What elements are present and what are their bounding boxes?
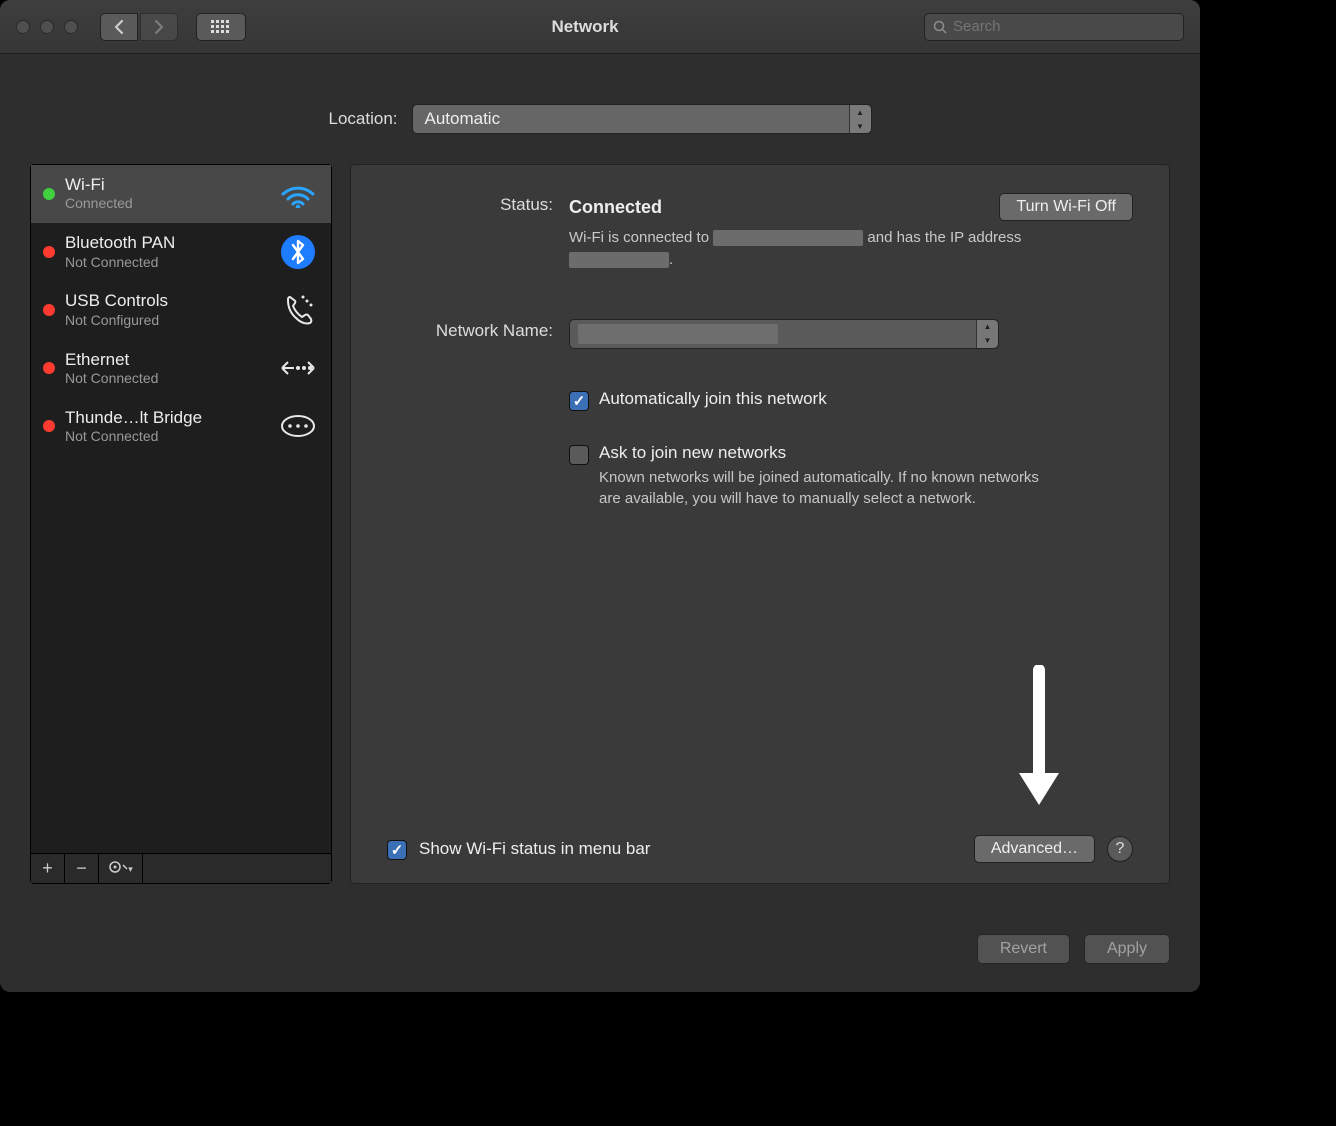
status-description: Wi-Fi is connected to and has the IP add… <box>569 227 1029 271</box>
sidebar-item-thunderbolt-bridge[interactable]: Thunde…lt Bridge Not Connected <box>31 398 331 456</box>
service-name: Ethernet <box>65 350 267 370</box>
status-label: Status: <box>387 193 553 215</box>
service-status: Not Configured <box>65 312 267 329</box>
window-footer: Revert Apply <box>0 914 1200 992</box>
location-row: Location: Automatic ▲▼ <box>30 104 1170 134</box>
grid-icon <box>211 20 231 34</box>
wifi-toggle-button[interactable]: Turn Wi-Fi Off <box>999 193 1133 221</box>
stepper-icon: ▲▼ <box>849 105 871 133</box>
forward-button[interactable] <box>140 13 178 41</box>
search-icon <box>933 20 947 34</box>
detail-bottom-row: Show Wi-Fi status in menu bar Advanced… … <box>387 835 1133 863</box>
detail-pane: Status: Connected Turn Wi-Fi Off Wi-Fi i… <box>350 164 1170 884</box>
auto-join-checkbox[interactable] <box>569 391 589 411</box>
advanced-button[interactable]: Advanced… <box>974 835 1095 863</box>
search-input[interactable] <box>953 18 1175 35</box>
service-name: USB Controls <box>65 291 267 311</box>
service-status: Connected <box>65 195 267 212</box>
ethernet-icon <box>277 413 319 439</box>
services-sidebar: Wi-Fi Connected Bluetooth PAN Not Connec… <box>30 164 332 884</box>
status-dot <box>43 420 55 432</box>
sidebar-item-usb-controls[interactable]: USB Controls Not Configured <box>31 281 331 339</box>
location-value: Automatic <box>425 109 501 129</box>
sidebar-item-ethernet[interactable]: Ethernet Not Connected <box>31 340 331 398</box>
chevron-left-icon <box>114 20 124 34</box>
gear-icon <box>108 860 128 874</box>
show-status-label: Show Wi-Fi status in menu bar <box>419 839 962 859</box>
service-name: Wi-Fi <box>65 175 267 195</box>
help-button[interactable]: ? <box>1107 836 1133 862</box>
redacted-network-name <box>578 324 778 344</box>
location-select[interactable]: Automatic ▲▼ <box>412 104 872 134</box>
service-status: Not Connected <box>65 254 267 271</box>
phone-icon <box>277 293 319 327</box>
stepper-icon: ▲▼ <box>976 320 998 348</box>
redacted-ip <box>569 252 669 268</box>
back-button[interactable] <box>100 13 138 41</box>
minimize-light[interactable] <box>40 20 54 34</box>
add-service-button[interactable]: + <box>31 854 65 883</box>
ethernet-icon <box>277 355 319 381</box>
sidebar-item-bluetooth-pan[interactable]: Bluetooth PAN Not Connected <box>31 223 331 281</box>
services-list: Wi-Fi Connected Bluetooth PAN Not Connec… <box>31 165 331 853</box>
status-value: Connected <box>569 197 662 218</box>
bluetooth-icon <box>277 234 319 270</box>
titlebar: Network <box>0 0 1200 54</box>
location-label: Location: <box>329 109 398 129</box>
remove-service-button[interactable]: − <box>65 854 99 883</box>
status-dot <box>43 188 55 200</box>
nav-buttons <box>100 13 178 41</box>
close-light[interactable] <box>16 20 30 34</box>
service-name: Thunde…lt Bridge <box>65 408 267 428</box>
content: Location: Automatic ▲▼ Wi-Fi Connected <box>0 54 1200 914</box>
window-title: Network <box>256 17 914 37</box>
sidebar-item-wifi[interactable]: Wi-Fi Connected <box>31 165 331 223</box>
sidebar-footer: + − ▾ <box>31 853 331 883</box>
show-all-button[interactable] <box>196 13 246 41</box>
window-controls <box>16 20 78 34</box>
redacted-ssid <box>713 230 863 246</box>
ask-join-checkbox[interactable] <box>569 445 589 465</box>
search-box[interactable] <box>924 13 1184 41</box>
auto-join-row: Automatically join this network <box>569 389 1133 411</box>
network-pref-window: Network Location: Automatic ▲▼ Wi-Fi <box>0 0 1200 992</box>
network-name-select[interactable]: ▲▼ <box>569 319 999 349</box>
show-status-checkbox[interactable] <box>387 840 407 860</box>
service-status: Not Connected <box>65 428 267 445</box>
service-name: Bluetooth PAN <box>65 233 267 253</box>
chevron-right-icon <box>154 20 164 34</box>
network-name-label: Network Name: <box>387 319 553 341</box>
apply-button[interactable]: Apply <box>1084 934 1170 964</box>
status-dot <box>43 362 55 374</box>
status-dot <box>43 304 55 316</box>
actions-menu-button[interactable]: ▾ <box>99 854 143 883</box>
auto-join-label: Automatically join this network <box>599 389 827 409</box>
revert-button[interactable]: Revert <box>977 934 1070 964</box>
ask-join-row: Ask to join new networks Known networks … <box>569 443 1133 511</box>
ask-join-hint: Known networks will be joined automatica… <box>599 467 1039 511</box>
ask-join-label: Ask to join new networks <box>599 443 1039 463</box>
status-dot <box>43 246 55 258</box>
service-status: Not Connected <box>65 370 267 387</box>
wifi-icon <box>277 180 319 208</box>
zoom-light[interactable] <box>64 20 78 34</box>
